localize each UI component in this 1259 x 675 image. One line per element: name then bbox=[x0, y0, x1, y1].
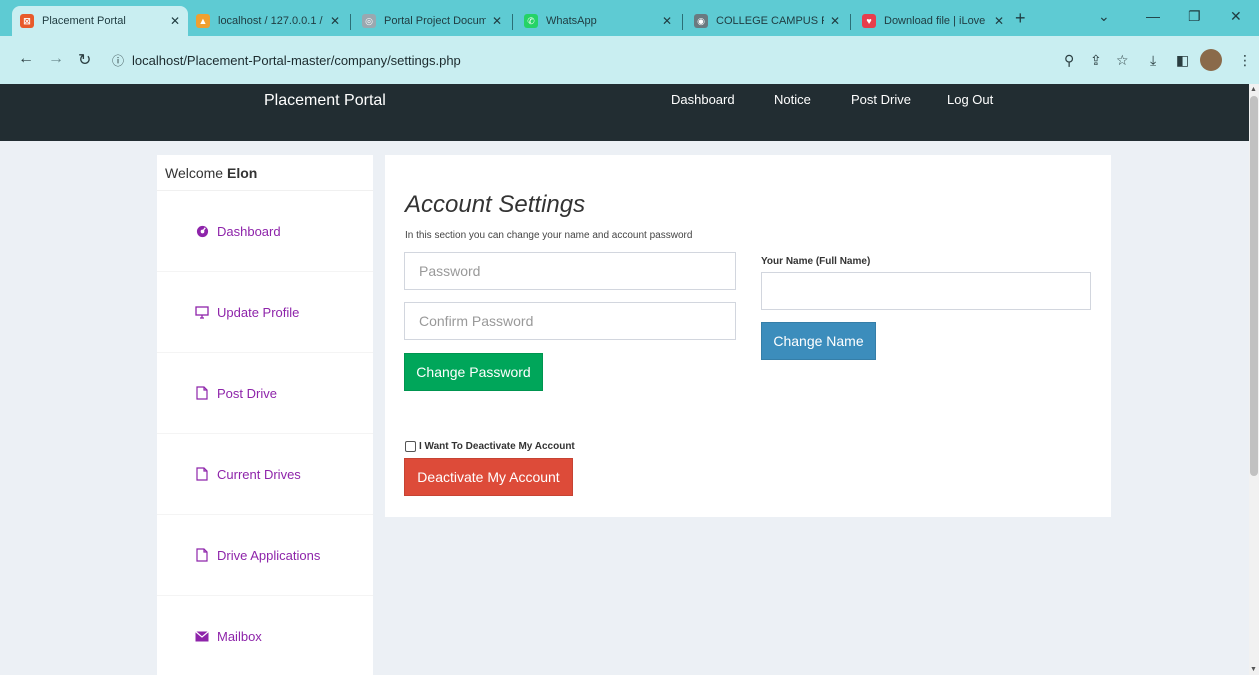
sidebar-item-label: Current Drives bbox=[217, 466, 301, 482]
sidebar-item-mailbox[interactable]: Mailbox bbox=[157, 596, 373, 675]
sidebar: Welcome Elon Dashboard Update Profile Po… bbox=[157, 155, 373, 675]
phpmyadmin-favicon-icon: ▲ bbox=[196, 14, 210, 28]
page-viewport: Placement Portal Dashboard Notice Post D… bbox=[0, 84, 1249, 675]
download-icon[interactable]: ⤓ bbox=[1150, 52, 1156, 69]
dashboard-icon bbox=[195, 224, 209, 238]
tab-separator bbox=[350, 14, 351, 30]
welcome-text: Welcome Elon bbox=[157, 155, 373, 191]
file-icon bbox=[195, 548, 209, 562]
top-navbar: Placement Portal Dashboard Notice Post D… bbox=[0, 84, 1249, 141]
sidepanel-icon[interactable]: ◧ bbox=[1176, 52, 1189, 69]
page-scrollbar[interactable]: ▲ ▼ bbox=[1249, 84, 1259, 675]
tab-phpmyadmin[interactable]: ▲ localhost / 127.0.0.1 / ✕ bbox=[188, 6, 348, 36]
nav-link-log-out[interactable]: Log Out bbox=[947, 92, 993, 107]
back-arrow-icon[interactable]: ← bbox=[18, 50, 34, 68]
page-title: Account Settings bbox=[405, 191, 586, 218]
tab-college-campus[interactable]: ◉ COLLEGE CAMPUS RE ✕ bbox=[686, 6, 848, 36]
globe-icon: ◎ bbox=[362, 14, 376, 28]
sidebar-item-post-drive[interactable]: Post Drive bbox=[157, 353, 373, 434]
globe-icon: ◉ bbox=[694, 14, 708, 28]
user-name: Elon bbox=[226, 165, 258, 181]
heart-icon: ♥ bbox=[862, 14, 876, 28]
share-icon[interactable]: ⇪ bbox=[1090, 52, 1102, 69]
sidebar-item-label: Mailbox bbox=[217, 628, 262, 644]
browser-tab-bar: ⊠ Placement Portal ✕ ▲ localhost / 127.0… bbox=[0, 0, 1259, 36]
change-password-button[interactable]: Change Password bbox=[404, 353, 543, 391]
close-icon[interactable]: ✕ bbox=[994, 14, 1004, 28]
sidebar-item-dashboard[interactable]: Dashboard bbox=[157, 191, 373, 272]
brand-title[interactable]: Placement Portal bbox=[264, 92, 386, 110]
deactivate-account-button[interactable]: Deactivate My Account bbox=[404, 458, 573, 496]
forward-arrow-icon[interactable]: → bbox=[48, 50, 64, 68]
tab-label: WhatsApp bbox=[546, 15, 597, 27]
minimize-icon[interactable]: — bbox=[1146, 8, 1160, 24]
tab-label: COLLEGE CAMPUS RE bbox=[716, 15, 824, 27]
scroll-up-arrow-icon[interactable]: ▲ bbox=[1250, 86, 1257, 93]
tab-portal-project-docs[interactable]: ◎ Portal Project Docum ✕ bbox=[354, 6, 510, 36]
monitor-icon bbox=[195, 305, 209, 319]
full-name-input[interactable] bbox=[761, 272, 1091, 310]
full-name-label: Your Name (Full Name) bbox=[761, 256, 871, 267]
confirm-password-input[interactable]: Confirm Password bbox=[404, 302, 736, 340]
tab-label: Placement Portal bbox=[42, 15, 126, 27]
tab-search-chevron-icon[interactable]: ⌄ bbox=[1098, 8, 1110, 25]
deactivate-checkbox[interactable] bbox=[405, 441, 416, 452]
tab-separator bbox=[512, 14, 513, 30]
file-icon bbox=[195, 386, 209, 400]
nav-link-dashboard[interactable]: Dashboard bbox=[671, 92, 735, 107]
whatsapp-icon: ✆ bbox=[524, 14, 538, 28]
tab-label: Download file | iLove bbox=[884, 15, 986, 27]
close-icon[interactable]: ✕ bbox=[830, 14, 840, 28]
new-tab-icon[interactable]: + bbox=[1015, 8, 1026, 29]
tab-ilovepdf[interactable]: ♥ Download file | iLove ✕ bbox=[854, 6, 1012, 36]
sidebar-item-drive-applications[interactable]: Drive Applications bbox=[157, 515, 373, 596]
reload-icon[interactable]: ↻ bbox=[78, 50, 91, 70]
page-subtitle: In this section you can change your name… bbox=[405, 230, 693, 241]
deactivate-checkbox-row[interactable]: I Want To Deactivate My Account bbox=[405, 441, 575, 452]
placement-portal-favicon-icon: ⊠ bbox=[20, 14, 34, 28]
restore-icon[interactable]: ❐ bbox=[1188, 8, 1201, 25]
deactivate-checkbox-label[interactable]: I Want To Deactivate My Account bbox=[419, 441, 575, 452]
sidebar-item-label: Post Drive bbox=[217, 385, 277, 401]
sidebar-item-label: Update Profile bbox=[217, 304, 300, 320]
star-icon[interactable]: ☆ bbox=[1116, 52, 1129, 69]
nav-link-post-drive[interactable]: Post Drive bbox=[851, 92, 911, 107]
scroll-down-arrow-icon[interactable]: ▼ bbox=[1250, 666, 1257, 673]
window-close-icon[interactable]: ✕ bbox=[1230, 8, 1242, 25]
tab-whatsapp[interactable]: ✆ WhatsApp ✕ bbox=[516, 6, 680, 36]
zoom-icon[interactable]: ⚲ bbox=[1064, 52, 1074, 69]
tab-separator bbox=[850, 14, 851, 30]
sidebar-item-update-profile[interactable]: Update Profile bbox=[157, 272, 373, 353]
account-settings-panel: Account Settings In this section you can… bbox=[385, 155, 1111, 517]
password-input[interactable]: Password bbox=[404, 252, 736, 290]
close-icon[interactable]: ✕ bbox=[330, 14, 340, 28]
tab-separator bbox=[682, 14, 683, 30]
sidebar-item-label: Drive Applications bbox=[217, 547, 321, 563]
menu-kebab-icon[interactable]: ⋮ bbox=[1238, 52, 1252, 69]
envelope-icon bbox=[195, 629, 209, 643]
tab-label: localhost / 127.0.0.1 / bbox=[218, 15, 323, 27]
file-icon bbox=[195, 467, 209, 481]
tab-label: Portal Project Docum bbox=[384, 15, 486, 27]
welcome-prefix: Welcome bbox=[165, 165, 224, 181]
tab-placement-portal[interactable]: ⊠ Placement Portal ✕ bbox=[12, 6, 188, 36]
close-icon[interactable]: ✕ bbox=[170, 14, 180, 28]
change-name-button[interactable]: Change Name bbox=[761, 322, 876, 360]
sidebar-item-label: Dashboard bbox=[217, 223, 281, 239]
sidebar-item-current-drives[interactable]: Current Drives bbox=[157, 434, 373, 515]
info-icon[interactable]: ⓘ bbox=[112, 52, 124, 69]
nav-link-notice[interactable]: Notice bbox=[774, 92, 811, 107]
address-bar-row: ← → ↻ ⓘ localhost/Placement-Portal-maste… bbox=[0, 36, 1259, 84]
close-icon[interactable]: ✕ bbox=[492, 14, 502, 28]
close-icon[interactable]: ✕ bbox=[662, 14, 672, 28]
profile-avatar-icon[interactable] bbox=[1200, 49, 1222, 71]
url-field[interactable]: ⓘ localhost/Placement-Portal-master/comp… bbox=[108, 46, 1118, 74]
url-text: localhost/Placement-Portal-master/compan… bbox=[132, 52, 461, 68]
scrollbar-thumb[interactable] bbox=[1250, 96, 1258, 476]
